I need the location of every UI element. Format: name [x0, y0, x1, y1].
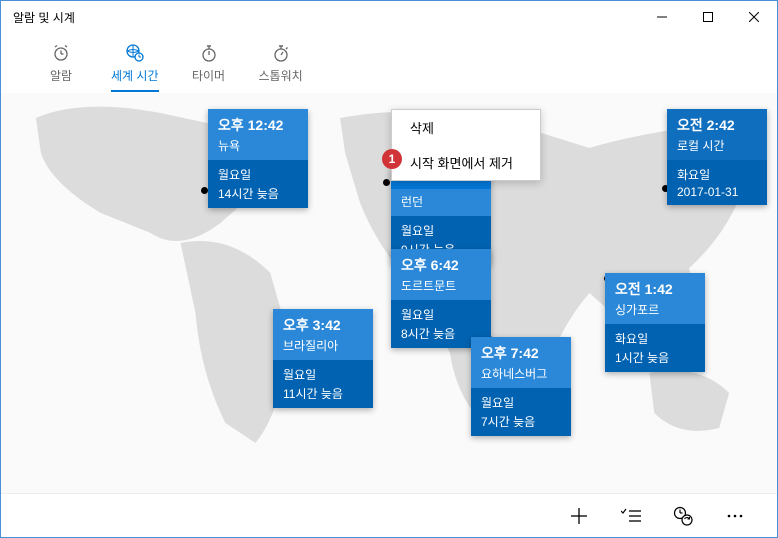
clock-day: 화요일 — [615, 330, 695, 347]
globe-clock-icon — [125, 43, 145, 63]
more-button[interactable] — [713, 494, 757, 538]
map-dot — [201, 187, 208, 194]
clock-day: 월요일 — [401, 222, 481, 239]
clock-offset: 11시간 늦음 — [283, 385, 363, 402]
clock-city: 로컬 시간 — [677, 137, 757, 154]
tab-alarm-label: 알람 — [50, 67, 72, 84]
context-menu: 삭제 시작 화면에서 제거 — [391, 109, 541, 181]
context-menu-delete[interactable]: 삭제 — [392, 110, 540, 145]
tab-alarm[interactable]: 알람 — [41, 43, 81, 92]
clock-convert-icon — [673, 506, 693, 526]
clock-city: 브라질리아 — [283, 337, 363, 354]
clock-card-newyork[interactable]: 오후 12:42 뉴욕 월요일 14시간 늦음 — [208, 109, 308, 208]
window-title: 알람 및 시계 — [13, 9, 639, 26]
tab-stopwatch[interactable]: 스톱워치 — [259, 43, 303, 92]
clock-city: 뉴욕 — [218, 137, 298, 154]
clock-date: 2017-01-31 — [677, 185, 757, 199]
titlebar: 알람 및 시계 — [1, 1, 777, 33]
plus-icon — [570, 507, 588, 525]
clock-day: 월요일 — [218, 166, 298, 183]
clock-city: 도르트문트 — [401, 277, 481, 294]
stopwatch-icon — [271, 43, 291, 63]
clock-time: 오후 3:42 — [283, 315, 363, 335]
world-clock-map: 오후 12:42 뉴욕 월요일 14시간 늦음 런던 월요일 9시간 늦음 오후… — [1, 93, 777, 493]
tab-timer[interactable]: 타이머 — [189, 43, 229, 92]
clock-card-johannesburg[interactable]: 오후 7:42 요하네스버그 월요일 7시간 늦음 — [471, 337, 571, 436]
convert-time-button[interactable] — [661, 494, 705, 538]
clock-city: 런던 — [401, 193, 481, 210]
tab-worldclock-label: 세계 시간 — [111, 67, 159, 84]
close-icon — [749, 12, 759, 22]
clock-day: 화요일 — [677, 166, 757, 183]
clock-offset: 1시간 늦음 — [615, 349, 695, 366]
minimize-icon — [657, 12, 667, 22]
context-menu-unpin[interactable]: 시작 화면에서 제거 — [392, 145, 540, 180]
clock-day: 월요일 — [401, 306, 481, 323]
clock-card-dortmund[interactable]: 오후 6:42 도르트문트 월요일 8시간 늦음 — [391, 249, 491, 348]
ellipsis-icon — [727, 514, 743, 518]
clock-offset: 8시간 늦음 — [401, 325, 481, 342]
clock-city: 싱가포르 — [615, 301, 695, 318]
tab-stopwatch-label: 스톱워치 — [259, 67, 303, 84]
tab-timer-label: 타이머 — [192, 67, 225, 84]
select-button[interactable] — [609, 494, 653, 538]
clock-time: 오후 12:42 — [218, 115, 298, 135]
maximize-button[interactable] — [685, 1, 731, 33]
clock-card-brasilia[interactable]: 오후 3:42 브라질리아 월요일 11시간 늦음 — [273, 309, 373, 408]
window-controls — [639, 1, 777, 33]
clock-time: 오후 7:42 — [481, 343, 561, 363]
maximize-icon — [703, 12, 713, 22]
clock-city: 요하네스버그 — [481, 365, 561, 382]
clock-time: 오전 2:42 — [677, 115, 757, 135]
tab-worldclock[interactable]: 세계 시간 — [111, 43, 159, 92]
clock-offset: 14시간 늦음 — [218, 185, 298, 202]
map-dot — [383, 179, 390, 186]
alarm-icon — [51, 43, 71, 63]
clock-offset: 7시간 늦음 — [481, 413, 561, 430]
add-button[interactable] — [557, 494, 601, 538]
close-button[interactable] — [731, 1, 777, 33]
tab-bar: 알람 세계 시간 타이머 스톱워치 — [1, 33, 777, 93]
command-bar — [1, 493, 777, 537]
clock-card-singapore[interactable]: 오전 1:42 싱가포르 화요일 1시간 늦음 — [605, 273, 705, 372]
timer-icon — [199, 43, 219, 63]
minimize-button[interactable] — [639, 1, 685, 33]
list-check-icon — [621, 508, 641, 524]
clock-day: 월요일 — [481, 394, 561, 411]
clock-time: 오후 6:42 — [401, 255, 481, 275]
clock-day: 월요일 — [283, 366, 363, 383]
clock-card-local[interactable]: 오전 2:42 로컬 시간 화요일 2017-01-31 — [667, 109, 767, 205]
clock-time: 오전 1:42 — [615, 279, 695, 299]
annotation-badge: 1 — [382, 149, 402, 169]
